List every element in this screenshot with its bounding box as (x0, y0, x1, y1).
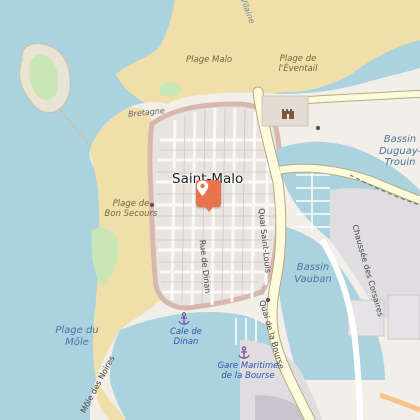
location-pin-icon (196, 180, 209, 196)
anchor-icon (238, 346, 250, 359)
label-plage-bon-secours: Plage de Bon Secours (104, 199, 158, 219)
map-canvas[interactable]: Vilaine Plage Malo Plage de l'Éventail B… (0, 0, 420, 420)
location-pin[interactable] (196, 180, 221, 212)
label-plage-du-mole: Plage du Môle (55, 325, 99, 348)
castle-icon (282, 109, 294, 119)
label-bassin-vauban: Bassin Vauban (294, 262, 332, 285)
label-cale-de-dinan: Cale de Dinan (169, 327, 203, 347)
label-plage-malo: Plage Malo (186, 55, 233, 65)
anchor-icon (178, 312, 190, 325)
island-grand-be (19, 43, 71, 113)
label-bassin-duguay-trouin: Bassin Duguay-Trouin (378, 134, 420, 168)
label-gare-maritime: Gare Maritime de la Bourse (217, 361, 279, 381)
label-plage-eventail: Plage de l'Éventail (278, 54, 318, 74)
